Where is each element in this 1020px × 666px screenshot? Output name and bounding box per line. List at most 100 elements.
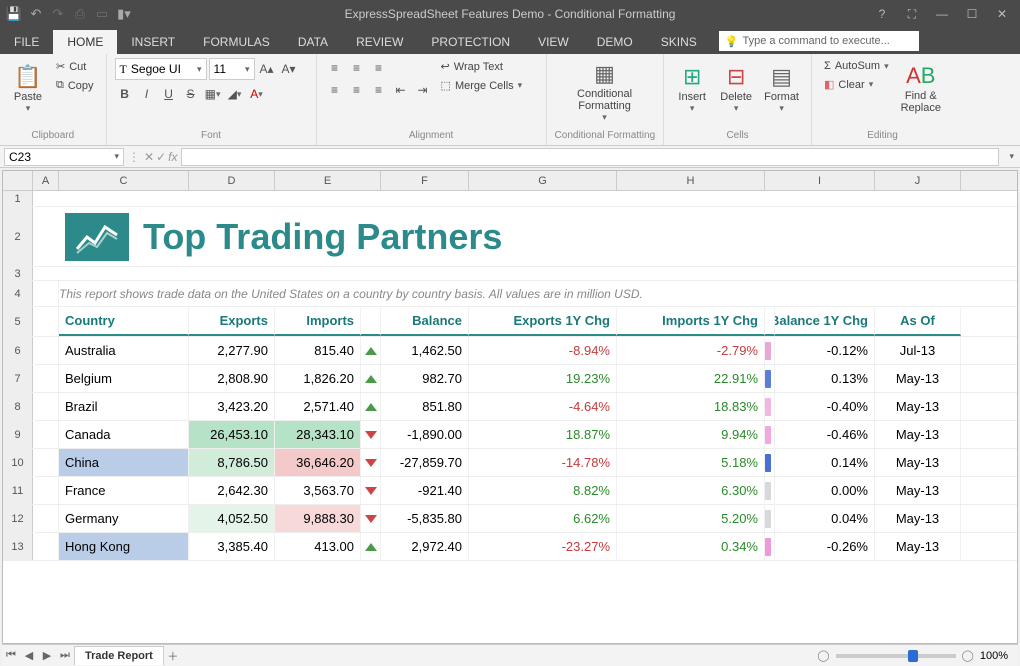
col-header[interactable]: G bbox=[469, 171, 617, 190]
menu-tab-formulas[interactable]: FORMULAS bbox=[189, 30, 284, 54]
sheet-tab[interactable]: Trade Report bbox=[74, 646, 164, 665]
menu-tab-skins[interactable]: SKINS bbox=[647, 30, 711, 54]
indent-inc-button[interactable]: ⇥ bbox=[413, 80, 433, 100]
align-middle-button[interactable]: ≡ bbox=[347, 58, 367, 78]
cell-balance[interactable]: -5,835.80 bbox=[381, 505, 469, 532]
grid-body[interactable]: 1 2 Top Trading Partners 3 4 This report… bbox=[3, 191, 1017, 643]
th-exports[interactable]: Exports bbox=[189, 307, 275, 336]
cell-exports[interactable]: 4,052.50 bbox=[189, 505, 275, 532]
border-button[interactable]: ▦▾ bbox=[203, 84, 223, 104]
grow-font-button[interactable]: A▴ bbox=[257, 59, 277, 79]
cell-imp1y[interactable]: 5.18% bbox=[617, 449, 765, 476]
col-header[interactable]: A bbox=[33, 171, 59, 190]
cell-imports[interactable]: 815.40 bbox=[275, 337, 361, 364]
cell-balance[interactable]: 2,972.40 bbox=[381, 533, 469, 560]
menu-tab-protection[interactable]: PROTECTION bbox=[417, 30, 524, 54]
strike-button[interactable]: S bbox=[181, 84, 201, 104]
cell-imp1y[interactable]: 9.94% bbox=[617, 421, 765, 448]
cell-imports[interactable]: 36,646.20 bbox=[275, 449, 361, 476]
fill-color-button[interactable]: ◢▾ bbox=[225, 84, 245, 104]
cell-exports[interactable]: 2,277.90 bbox=[189, 337, 275, 364]
underline-button[interactable]: U bbox=[159, 84, 179, 104]
maximize-button[interactable]: ☐ bbox=[958, 3, 986, 25]
accept-formula-icon[interactable]: ✓ bbox=[156, 150, 166, 164]
balance-indicator-icon[interactable] bbox=[361, 393, 381, 420]
row-header[interactable]: 13 bbox=[3, 533, 33, 560]
cell-exp1y[interactable]: -14.78% bbox=[469, 449, 617, 476]
cell-exp1y[interactable]: -8.94% bbox=[469, 337, 617, 364]
col-header[interactable]: E bbox=[275, 171, 381, 190]
cell-imp1y[interactable]: 0.34% bbox=[617, 533, 765, 560]
cell-exp1y[interactable]: 8.82% bbox=[469, 477, 617, 504]
cell-balance[interactable]: 1,462.50 bbox=[381, 337, 469, 364]
row-header[interactable]: 2 bbox=[3, 207, 33, 266]
zoom-value[interactable]: 100% bbox=[980, 650, 1008, 662]
command-search[interactable]: 💡 Type a command to execute... bbox=[719, 31, 919, 51]
fx-icon[interactable]: fx bbox=[168, 150, 177, 164]
font-name-combo[interactable]: TSegoe UI▾ bbox=[115, 58, 207, 80]
doc-icon[interactable]: ▭ bbox=[94, 6, 110, 22]
cell-exports[interactable]: 26,453.10 bbox=[189, 421, 275, 448]
balance-indicator-icon[interactable] bbox=[361, 477, 381, 504]
formula-input[interactable] bbox=[181, 148, 999, 166]
tab-nav-first[interactable]: ⏮ bbox=[2, 649, 20, 662]
cell-imp1y[interactable]: -2.79% bbox=[617, 337, 765, 364]
col-header[interactable]: J bbox=[875, 171, 961, 190]
tab-nav-next[interactable]: ▶ bbox=[38, 649, 56, 662]
menu-tab-data[interactable]: DATA bbox=[284, 30, 342, 54]
row-header[interactable]: 5 bbox=[3, 307, 33, 336]
menu-tab-view[interactable]: VIEW bbox=[524, 30, 583, 54]
row-header[interactable]: 3 bbox=[3, 267, 33, 280]
menu-tab-file[interactable]: FILE bbox=[0, 30, 53, 54]
zoom-out-button[interactable]: ◯ bbox=[817, 649, 829, 662]
cell-exports[interactable]: 8,786.50 bbox=[189, 449, 275, 476]
add-sheet-button[interactable]: ＋ bbox=[164, 648, 182, 664]
balance-bar-icon[interactable] bbox=[765, 393, 775, 420]
insert-button[interactable]: ⊞Insert▾ bbox=[672, 58, 712, 118]
cell-balance[interactable]: -27,859.70 bbox=[381, 449, 469, 476]
row-header[interactable]: 8 bbox=[3, 393, 33, 420]
cell-imports[interactable]: 1,826.20 bbox=[275, 365, 361, 392]
fullscreen-icon[interactable]: ⛶ bbox=[898, 3, 926, 25]
col-header[interactable]: I bbox=[765, 171, 875, 190]
cell-exports[interactable]: 2,808.90 bbox=[189, 365, 275, 392]
cell-asof[interactable]: Jul-13 bbox=[875, 337, 961, 364]
cell-asof[interactable]: May-13 bbox=[875, 365, 961, 392]
find-replace-button[interactable]: ABFind & Replace bbox=[897, 58, 945, 118]
menu-tab-demo[interactable]: DEMO bbox=[583, 30, 647, 54]
cell-balance[interactable]: -1,890.00 bbox=[381, 421, 469, 448]
bold-button[interactable]: B bbox=[115, 84, 135, 104]
balance-bar-icon[interactable] bbox=[765, 337, 775, 364]
cell-bal1y[interactable]: -0.40% bbox=[775, 393, 875, 420]
cut-button[interactable]: ✂Cut bbox=[52, 58, 98, 75]
row-header[interactable]: 7 bbox=[3, 365, 33, 392]
clear-button[interactable]: ◧Clear▾ bbox=[820, 76, 893, 93]
cell-exp1y[interactable]: 18.87% bbox=[469, 421, 617, 448]
row-header[interactable]: 1 bbox=[3, 191, 33, 206]
cell-exp1y[interactable]: -23.27% bbox=[469, 533, 617, 560]
cell-imports[interactable]: 28,343.10 bbox=[275, 421, 361, 448]
select-all-corner[interactable] bbox=[3, 171, 33, 190]
cell-country[interactable]: Canada bbox=[59, 421, 189, 448]
name-box[interactable]: C23▾ bbox=[4, 148, 124, 166]
balance-bar-icon[interactable] bbox=[765, 533, 775, 560]
cell-imp1y[interactable]: 22.91% bbox=[617, 365, 765, 392]
balance-indicator-icon[interactable] bbox=[361, 505, 381, 532]
col-header[interactable]: F bbox=[381, 171, 469, 190]
cell-country[interactable]: Hong Kong bbox=[59, 533, 189, 560]
balance-bar-icon[interactable] bbox=[765, 505, 775, 532]
expand-formula-icon[interactable]: ▾ bbox=[1003, 151, 1020, 162]
align-center-button[interactable]: ≡ bbox=[347, 80, 367, 100]
zoom-in-button[interactable]: ◯ bbox=[962, 649, 974, 662]
copy-button[interactable]: ⧉Copy bbox=[52, 77, 98, 94]
cell-asof[interactable]: May-13 bbox=[875, 533, 961, 560]
font-color-button[interactable]: A▾ bbox=[247, 84, 267, 104]
cell-exp1y[interactable]: -4.64% bbox=[469, 393, 617, 420]
col-header[interactable]: C bbox=[59, 171, 189, 190]
row-header[interactable]: 10 bbox=[3, 449, 33, 476]
font-size-combo[interactable]: 11▾ bbox=[209, 58, 255, 80]
th-bal1y[interactable]: Balance 1Y Chg bbox=[775, 307, 875, 336]
save-icon[interactable]: 💾 bbox=[6, 6, 22, 22]
cell-bal1y[interactable]: 0.13% bbox=[775, 365, 875, 392]
cell-imports[interactable]: 413.00 bbox=[275, 533, 361, 560]
